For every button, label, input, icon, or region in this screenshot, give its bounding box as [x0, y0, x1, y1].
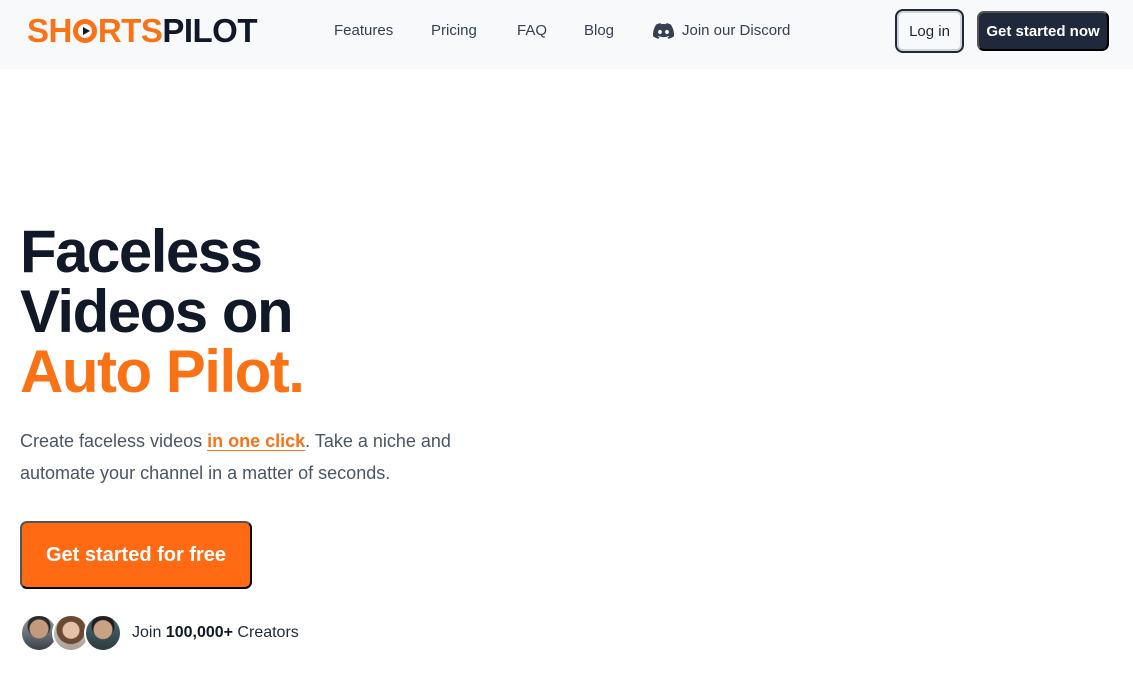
nav-pricing-link[interactable]: Pricing [431, 22, 477, 40]
get-started-free-button[interactable]: Get started for free [20, 521, 252, 589]
logo-text-sh: SH [27, 11, 72, 49]
login-button[interactable]: Log in [895, 9, 964, 53]
nav-discord-link[interactable]: Join our Discord [653, 22, 790, 40]
hero-title-line-1: Faceless [20, 218, 263, 285]
creators-post: Creators [232, 624, 299, 641]
creators-pre: Join [132, 624, 166, 641]
creators-count: 100,000+ [165, 624, 233, 641]
hero-title: Faceless Videos on Auto Pilot. [20, 218, 305, 405]
hero-subtitle-pre: Create faceless videos [20, 431, 208, 451]
logo-pilot: PILOT [162, 11, 258, 49]
hero-title-accent: Auto Pilot. [20, 338, 305, 405]
nav-features-link[interactable]: Features [334, 22, 393, 40]
creators-social-proof: Join 100,000+ Creators [20, 614, 299, 652]
discord-label: Join our Discord [682, 22, 791, 39]
hero-title-line-2: Videos on [20, 278, 294, 345]
hero-subtitle: Create faceless videos in one click. Tak… [20, 425, 480, 489]
avatar [84, 614, 122, 652]
creator-avatars [20, 614, 122, 652]
get-started-now-button[interactable]: Get started now [977, 11, 1109, 51]
discord-icon [653, 23, 674, 39]
shortspilot-logo[interactable]: SH RTS PILOT [27, 11, 258, 49]
in-one-click-link[interactable]: in one click [207, 431, 305, 451]
creators-count-text: Join 100,000+ Creators [132, 624, 299, 642]
nav-blog-link[interactable]: Blog [584, 22, 614, 40]
logo-shorts: SH RTS [27, 11, 163, 49]
play-icon [72, 19, 97, 43]
site-header: SH RTS PILOT Features Pricing FAQ Blog J… [0, 0, 1133, 69]
nav-faq-link[interactable]: FAQ [517, 22, 547, 40]
logo-text-rts: RTS [97, 11, 163, 49]
